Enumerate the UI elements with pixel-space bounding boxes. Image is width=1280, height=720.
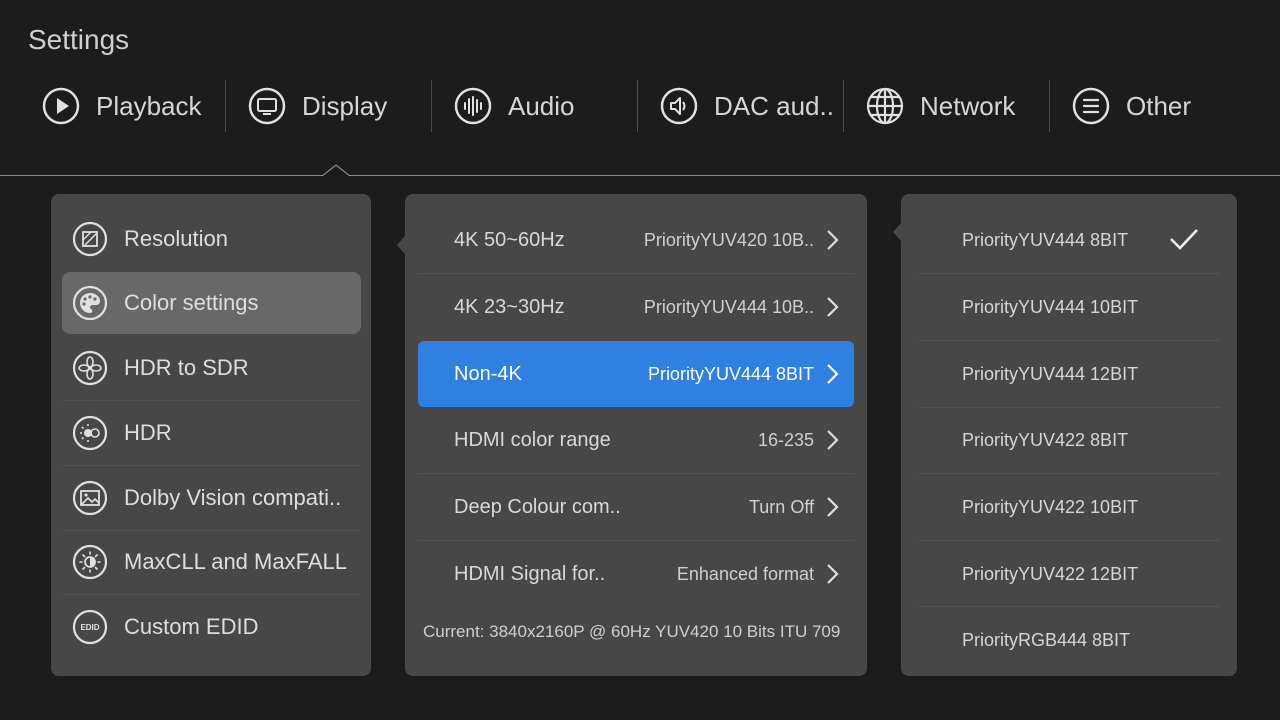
- setting-label: HDMI color range: [454, 428, 611, 451]
- format-option[interactable]: PriorityYUV444 8BIT: [918, 207, 1220, 273]
- setting-row-hdmi-signal-format[interactable]: HDMI Signal for.. Enhanced format: [418, 541, 854, 607]
- tab-label: Playback: [96, 90, 202, 121]
- setting-value: PriorityYUV420 10B..: [643, 229, 814, 250]
- format-option-label: PriorityYUV444 8BIT: [962, 229, 1129, 250]
- tab-dac-audio[interactable]: DAC aud..: [660, 78, 834, 134]
- checkmark-icon: [1170, 229, 1198, 250]
- format-option-label: PriorityYUV422 12BIT: [962, 563, 1139, 584]
- format-option[interactable]: PriorityYUV422 8BIT: [918, 407, 1220, 473]
- tab-audio[interactable]: Audio: [454, 78, 575, 134]
- menu-item-label: HDR: [124, 420, 172, 445]
- setting-value: PriorityYUV444 8BIT: [647, 363, 814, 384]
- tab-label: Network: [920, 90, 1016, 121]
- brightness-icon: [72, 544, 108, 580]
- tab-divider: [1049, 80, 1050, 132]
- setting-label: HDMI Signal for..: [454, 562, 606, 585]
- menu-item-label: HDR to SDR: [124, 355, 249, 380]
- format-option[interactable]: PriorityYUV422 12BIT: [918, 541, 1220, 607]
- tab-underline: [0, 175, 1280, 176]
- menu-item-label: Dolby Vision compati..: [124, 485, 342, 510]
- format-option-label: PriorityYUV444 12BIT: [962, 363, 1139, 384]
- setting-label: Non-4K: [454, 362, 522, 385]
- format-option-label: PriorityYUV422 10BIT: [962, 496, 1139, 517]
- color-settings-panel: 4K 50~60Hz PriorityYUV420 10B.. 4K 23~30…: [405, 194, 867, 676]
- menu-item-label: Resolution: [124, 226, 228, 251]
- menu-divider: [62, 594, 361, 595]
- setting-label: 4K 50~60Hz: [454, 228, 565, 251]
- setting-row-hdmi-color-range[interactable]: HDMI color range 16-235: [418, 407, 854, 473]
- active-tab-caret: [322, 164, 350, 177]
- menu-item-hdr[interactable]: HDR: [62, 402, 361, 464]
- tab-label: Other: [1126, 90, 1192, 121]
- setting-value: 16-235: [757, 429, 814, 450]
- tab-label: DAC aud..: [714, 90, 834, 121]
- chevron-right-icon: [827, 364, 839, 384]
- setting-label: Deep Colour com..: [454, 495, 621, 518]
- hdr-icon: [72, 415, 108, 451]
- menu-item-label: Color settings: [124, 290, 259, 315]
- top-tab-bar: Playback Display Audio DAC aud.. Network…: [0, 78, 1280, 134]
- tab-divider: [637, 80, 638, 132]
- tab-other[interactable]: Other: [1072, 78, 1191, 134]
- audio-wave-icon: [454, 87, 492, 125]
- menu-divider: [62, 400, 361, 401]
- tab-label: Display: [302, 90, 388, 121]
- menu-item-label: MaxCLL and MaxFALL: [124, 549, 347, 574]
- format-option-label: PriorityRGB444 8BIT: [962, 629, 1131, 650]
- setting-row-4k-23-30hz[interactable]: 4K 23~30Hz PriorityYUV444 10B..: [418, 274, 854, 340]
- palette-icon: [72, 285, 108, 321]
- setting-row-non-4k[interactable]: Non-4K PriorityYUV444 8BIT: [418, 341, 854, 407]
- panel-pointer: [397, 236, 405, 254]
- menu-divider: [62, 465, 361, 466]
- tab-playback[interactable]: Playback: [42, 78, 202, 134]
- menu-item-hdr-to-sdr[interactable]: HDR to SDR: [62, 337, 361, 399]
- globe-icon: [866, 87, 904, 125]
- display-menu-panel: Resolution Color settings HDR to SDR HDR…: [51, 194, 371, 676]
- tab-display[interactable]: Display: [248, 78, 387, 134]
- setting-value: PriorityYUV444 10B..: [643, 296, 814, 317]
- format-option[interactable]: PriorityRGB444 8BIT: [918, 607, 1220, 673]
- format-option-label: PriorityYUV444 10BIT: [962, 296, 1139, 317]
- setting-row-deep-colour[interactable]: Deep Colour com.. Turn Off: [418, 474, 854, 540]
- tab-network[interactable]: Network: [866, 78, 1015, 134]
- edid-icon-text: EDID: [80, 622, 100, 632]
- menu-item-custom-edid[interactable]: EDID Custom EDID: [62, 596, 361, 658]
- format-option-label: PriorityYUV422 8BIT: [962, 429, 1129, 450]
- setting-value: Enhanced format: [676, 563, 814, 584]
- flower-icon: [72, 350, 108, 386]
- speaker-icon: [660, 87, 698, 125]
- setting-value: Turn Off: [748, 496, 814, 517]
- page-title: Settings: [28, 24, 130, 55]
- menu-icon: [1072, 87, 1110, 125]
- tab-divider: [843, 80, 844, 132]
- tab-divider: [225, 80, 226, 132]
- menu-item-maxcll-maxfall[interactable]: MaxCLL and MaxFALL: [62, 531, 361, 593]
- format-option[interactable]: PriorityYUV444 12BIT: [918, 341, 1220, 407]
- panel-pointer: [893, 223, 901, 241]
- play-circle-icon: [42, 87, 80, 125]
- menu-item-label: Custom EDID: [124, 614, 259, 639]
- monitor-icon: [248, 87, 286, 125]
- tab-divider: [431, 80, 432, 132]
- chevron-right-icon: [827, 564, 839, 584]
- edid-icon: EDID: [72, 609, 108, 645]
- menu-item-color-settings[interactable]: Color settings: [62, 272, 361, 334]
- chevron-right-icon: [827, 230, 839, 250]
- format-options-panel: PriorityYUV444 8BIT PriorityYUV444 10BIT…: [901, 194, 1237, 676]
- setting-label: 4K 23~30Hz: [454, 295, 565, 318]
- resolution-icon: [72, 221, 108, 257]
- tab-label: Audio: [508, 90, 575, 121]
- chevron-right-icon: [827, 430, 839, 450]
- menu-item-resolution[interactable]: Resolution: [62, 208, 361, 270]
- chevron-right-icon: [827, 297, 839, 317]
- current-output-status: Current: 3840x2160P @ 60Hz YUV420 10 Bit…: [423, 622, 841, 641]
- format-option[interactable]: PriorityYUV422 10BIT: [918, 474, 1220, 540]
- menu-item-dolby-vision[interactable]: Dolby Vision compati..: [62, 467, 361, 529]
- chevron-right-icon: [827, 497, 839, 517]
- format-option[interactable]: PriorityYUV444 10BIT: [918, 274, 1220, 340]
- setting-row-4k-50-60hz[interactable]: 4K 50~60Hz PriorityYUV420 10B..: [418, 207, 854, 273]
- image-icon: [72, 480, 108, 516]
